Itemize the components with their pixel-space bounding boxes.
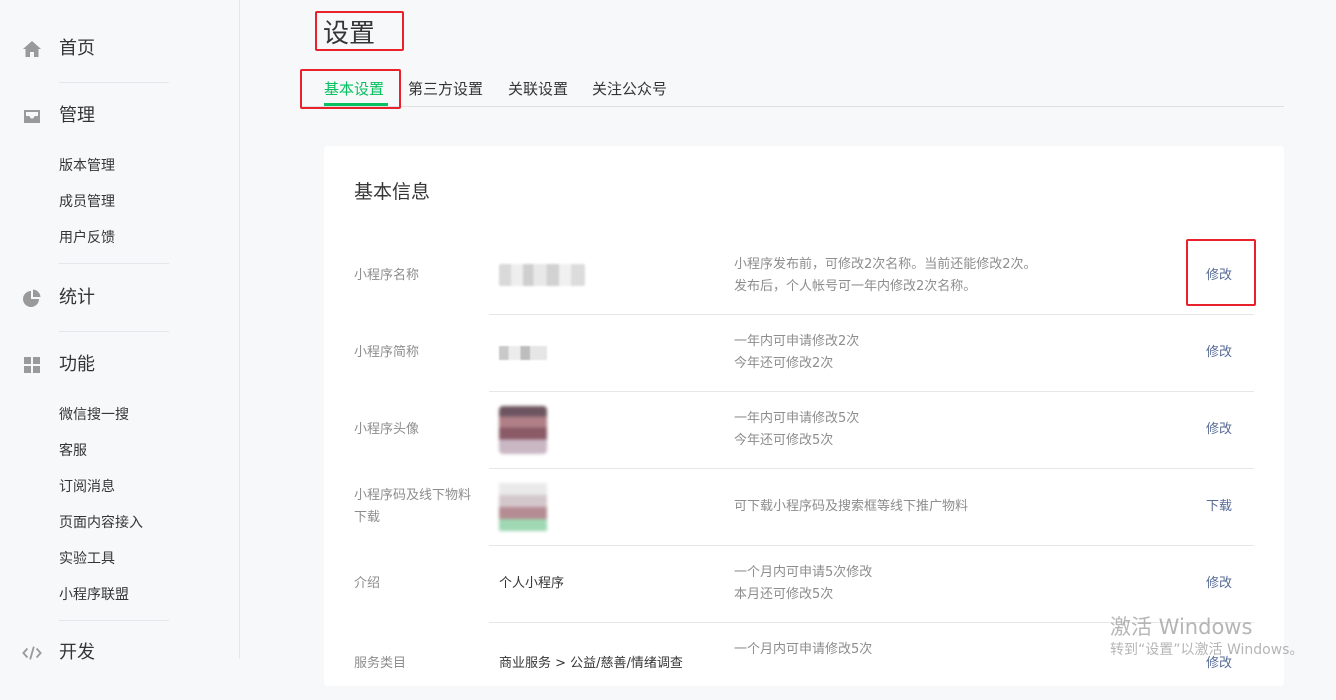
activation-watermark-title: 激活 Windows: [1110, 615, 1253, 639]
tab-association-settings[interactable]: 关联设置: [508, 78, 568, 100]
code-icon: [22, 643, 42, 663]
row-label: 小程序头像: [354, 422, 420, 437]
table-row: 小程序头像 一年内可申请修改5次 今年还可修改5次 修改: [324, 392, 1284, 469]
row-desc-line: 一个月内可申请修改5次: [734, 642, 873, 657]
row-label: 小程序简称: [354, 345, 420, 360]
home-icon: [22, 39, 42, 59]
download-materials-button[interactable]: 下载: [1206, 496, 1232, 518]
row-desc-line: 一年内可申请修改2次: [734, 334, 860, 349]
row-label: 服务类目: [354, 656, 407, 671]
divider: [59, 263, 169, 264]
sidebar-item-subscription-messages[interactable]: 订阅消息: [59, 477, 115, 497]
row-desc-line: 本月还可修改5次: [734, 587, 834, 602]
qr-code-thumbnail: [499, 483, 547, 531]
divider: [59, 82, 169, 83]
sidebar-item-home[interactable]: 首页: [0, 34, 239, 64]
sidebar-item-label: 统计: [59, 287, 95, 308]
settings-tabs: 基本设置 第三方设置 关联设置 关注公众号: [300, 72, 1284, 107]
edit-intro-button[interactable]: 修改: [1206, 573, 1232, 595]
row-desc-line: 一年内可申请修改5次: [734, 411, 860, 426]
row-desc-line: 可下载小程序码及搜索框等线下推广物料: [734, 499, 969, 514]
sidebar-item-member-management[interactable]: 成员管理: [59, 192, 115, 212]
row-desc-line: 一个月内可申请5次修改: [734, 565, 873, 580]
avatar: [499, 406, 547, 454]
sidebar-item-features[interactable]: 功能: [0, 350, 239, 380]
tab-third-party-settings[interactable]: 第三方设置: [408, 78, 483, 100]
sidebar-item-user-feedback[interactable]: 用户反馈: [59, 228, 115, 248]
tab-follow-official-account[interactable]: 关注公众号: [592, 78, 667, 100]
sidebar-item-manage[interactable]: 管理: [0, 101, 239, 131]
sidebar-item-miniprogram-alliance[interactable]: 小程序联盟: [59, 585, 129, 605]
active-tab-indicator: [324, 103, 388, 106]
row-label: 介绍: [354, 576, 381, 591]
sidebar-item-label: 功能: [59, 354, 95, 375]
page-title: 设置: [323, 19, 376, 49]
sidebar-item-experiment-tools[interactable]: 实验工具: [59, 549, 115, 569]
sidebar-item-label: 管理: [59, 105, 95, 126]
pie-chart-icon: [22, 288, 42, 308]
sidebar-item-label: 首页: [59, 38, 95, 59]
blurred-name-value: [499, 264, 585, 286]
grid-icon: [22, 355, 42, 375]
tab-basic-settings[interactable]: 基本设置: [324, 78, 384, 100]
divider: [59, 331, 169, 332]
table-row: 介绍 个人小程序 一个月内可申请5次修改 本月还可修改5次 修改: [324, 546, 1284, 623]
sidebar-item-page-content-access[interactable]: 页面内容接入: [59, 513, 143, 533]
basic-info-card: 基本信息 小程序名称 小程序发布前，可修改2次名称。当前还能修改2次。 发布后，…: [324, 146, 1284, 686]
blurred-short-name-value: [499, 346, 547, 360]
sidebar-item-stats[interactable]: 统计: [0, 283, 239, 313]
sidebar-item-label: 开发: [59, 642, 95, 663]
row-desc-line: 今年还可修改2次: [734, 356, 834, 371]
row-desc-line: 发布后，个人帐号可一年内修改2次名称。: [734, 279, 977, 294]
sidebar-item-develop[interactable]: 开发: [0, 638, 239, 668]
row-label: 小程序名称: [354, 268, 420, 283]
sidebar-item-wechat-search[interactable]: 微信搜一搜: [59, 405, 129, 425]
edit-avatar-button[interactable]: 修改: [1206, 419, 1232, 441]
activation-watermark-hint: 转到“设置”以激活 Windows。: [1110, 642, 1304, 658]
sidebar-item-version-management[interactable]: 版本管理: [59, 156, 115, 176]
sidebar: 首页 管理 版本管理 成员管理 用户反馈 统计 功能 微信搜一搜 客服 订阅消息…: [0, 0, 240, 663]
row-desc-line: 今年还可修改5次: [734, 433, 834, 448]
inbox-icon: [22, 106, 42, 126]
card-title: 基本信息: [354, 181, 431, 203]
table-row: 小程序码及线下物料下载 可下载小程序码及搜索框等线下推广物料 下载: [324, 469, 1284, 546]
table-row: 小程序名称 小程序发布前，可修改2次名称。当前还能修改2次。 发布后，个人帐号可…: [324, 238, 1284, 315]
sidebar-item-customer-service[interactable]: 客服: [59, 441, 87, 461]
edit-name-button[interactable]: 修改: [1206, 265, 1232, 287]
edit-short-name-button[interactable]: 修改: [1206, 342, 1232, 364]
row-value: 商业服务 > 公益/慈善/情绪调查: [499, 656, 683, 671]
table-row: 小程序简称 一年内可申请修改2次 今年还可修改2次 修改: [324, 315, 1284, 392]
row-value: 个人小程序: [499, 576, 565, 591]
divider: [59, 620, 169, 621]
row-label: 小程序码及线下物料下载: [354, 488, 472, 525]
row-desc-line: 小程序发布前，可修改2次名称。当前还能修改2次。: [734, 257, 1037, 272]
